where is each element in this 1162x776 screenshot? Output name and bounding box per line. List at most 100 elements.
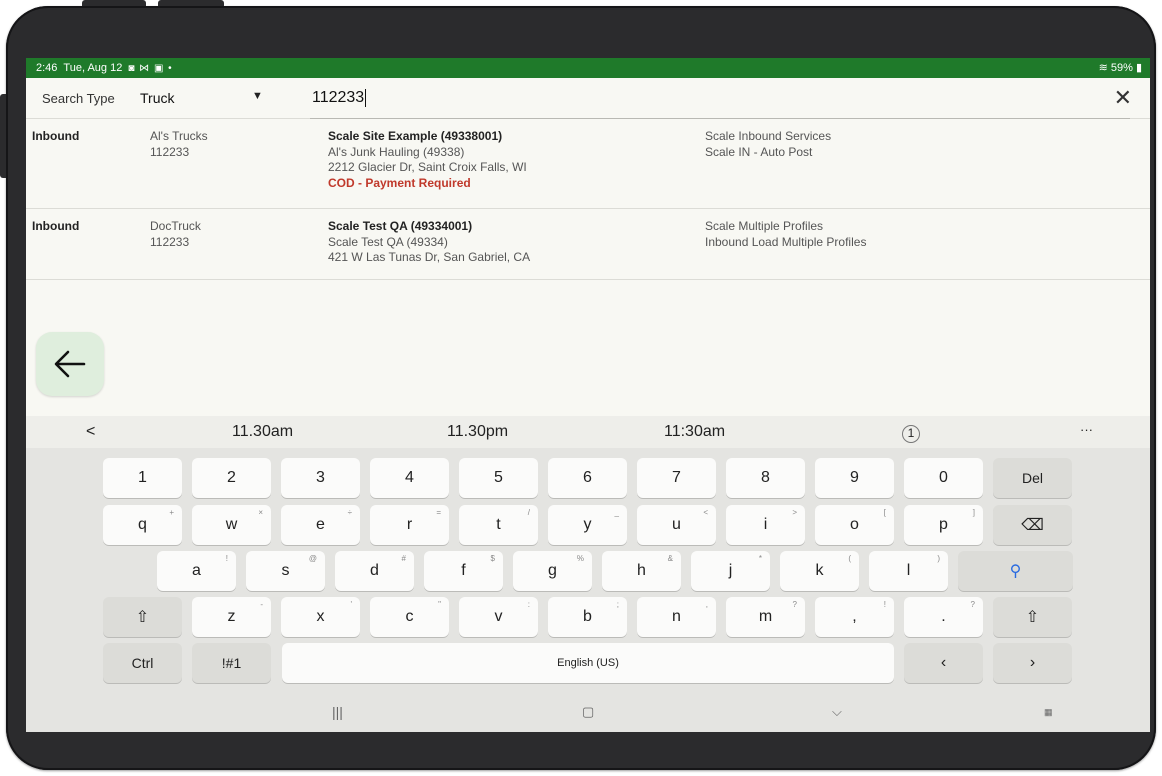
key[interactable]: t / bbox=[459, 505, 538, 545]
key[interactable]: 9 bbox=[815, 458, 894, 498]
recent-apps-icon[interactable]: ||| bbox=[332, 704, 343, 720]
close-icon[interactable]: ✕ bbox=[1114, 85, 1132, 111]
ctrl-key[interactable]: Ctrl bbox=[103, 643, 182, 683]
key[interactable]: x ' bbox=[281, 597, 360, 637]
key[interactable]: f $ bbox=[424, 551, 503, 591]
key[interactable]: 4 bbox=[370, 458, 449, 498]
key[interactable]: q + bbox=[103, 505, 182, 545]
key-secondary-label: & bbox=[667, 554, 673, 563]
key-label: d bbox=[370, 562, 379, 579]
more-icon[interactable]: ··· bbox=[1080, 422, 1093, 437]
home-icon[interactable]: ▢ bbox=[582, 704, 594, 720]
key[interactable]: 6 bbox=[548, 458, 627, 498]
backspace-key[interactable]: ⌫ bbox=[993, 505, 1072, 545]
clipboard-icon[interactable]: 1 bbox=[902, 425, 920, 443]
search-key[interactable]: ⚲ bbox=[958, 551, 1073, 591]
company-name: Scale Test QA (49334) bbox=[328, 234, 448, 249]
key[interactable]: w × bbox=[192, 505, 271, 545]
chevron-left-icon[interactable]: < bbox=[86, 423, 95, 441]
shift-key[interactable]: ⇧ bbox=[993, 597, 1072, 637]
key[interactable]: p] bbox=[904, 505, 983, 545]
key[interactable]: g% bbox=[513, 551, 592, 591]
key-label: 9 bbox=[850, 469, 859, 486]
dropdown-caret-icon[interactable]: ▼ bbox=[252, 90, 263, 102]
result-row[interactable]: Inbound DocTruck 112233 Scale Test QA (4… bbox=[26, 209, 1150, 280]
result-row[interactable]: Inbound Al's Trucks 112233 Scale Site Ex… bbox=[26, 119, 1150, 209]
cursor-left-key[interactable]: ‹ bbox=[904, 643, 983, 683]
key[interactable]: a! bbox=[157, 551, 236, 591]
truck-id: 112233 bbox=[150, 144, 190, 159]
search-input[interactable]: 112233 bbox=[312, 88, 367, 107]
chevron-right-icon: › bbox=[1029, 654, 1036, 671]
shift-key[interactable]: ⇧ bbox=[103, 597, 182, 637]
key[interactable]: u < bbox=[637, 505, 716, 545]
search-bar: Search Type Truck ▼ 112233 ✕ bbox=[26, 78, 1150, 119]
keyboard: 1 2 3 4 5 6 7 8 9 0 Del q + w × e ÷ r = t / y _ u < i > o[p] ⌫ a! s @ d #… bbox=[26, 448, 1150, 694]
search-type-select[interactable]: Truck bbox=[140, 90, 174, 106]
key-secondary-label: [ bbox=[883, 508, 886, 517]
key-secondary-label: # bbox=[401, 554, 406, 563]
cursor-right-key[interactable]: › bbox=[993, 643, 1072, 683]
key[interactable]: ,! bbox=[815, 597, 894, 637]
key-secondary-label: ! bbox=[883, 600, 886, 609]
site-name: Scale Site Example (49338001) bbox=[328, 129, 503, 143]
keyboard-hide-icon[interactable]: ▦ bbox=[1044, 707, 1053, 718]
key[interactable]: e ÷ bbox=[281, 505, 360, 545]
space-key[interactable]: English (US) bbox=[282, 643, 894, 683]
site-address: 421 W Las Tunas Dr, San Gabriel, CA bbox=[328, 250, 531, 264]
chevron-left-icon: ‹ bbox=[940, 654, 947, 671]
back-nav-icon[interactable]: ⌵ bbox=[832, 704, 842, 720]
back-button[interactable] bbox=[36, 332, 104, 396]
symbols-key[interactable]: !#1 bbox=[192, 643, 271, 683]
key[interactable]: n, bbox=[637, 597, 716, 637]
key-secondary-label: + bbox=[169, 508, 174, 517]
key-secondary-label: % bbox=[576, 554, 584, 563]
key[interactable]: r = bbox=[370, 505, 449, 545]
key[interactable]: 7 bbox=[637, 458, 716, 498]
suggestion-3[interactable]: 11:30am bbox=[664, 423, 725, 441]
key[interactable]: 3 bbox=[281, 458, 360, 498]
key[interactable]: 8 bbox=[726, 458, 805, 498]
key-label: t bbox=[496, 516, 501, 533]
key-label: 7 bbox=[672, 469, 681, 486]
key[interactable]: j * bbox=[691, 551, 770, 591]
key[interactable]: z- bbox=[192, 597, 271, 637]
key[interactable]: c " bbox=[370, 597, 449, 637]
key[interactable]: 0 bbox=[904, 458, 983, 498]
suggestion-2[interactable]: 11.30pm bbox=[447, 423, 508, 441]
key[interactable]: 5 bbox=[459, 458, 538, 498]
notification-icons: ◙ ⋈ ▣ • bbox=[128, 62, 173, 74]
key[interactable]: 2 bbox=[192, 458, 271, 498]
key[interactable]: d # bbox=[335, 551, 414, 591]
key-label: j bbox=[728, 562, 733, 579]
key[interactable]: 1 bbox=[103, 458, 182, 498]
key-secondary-label: ÷ bbox=[347, 508, 352, 517]
key[interactable]: k( bbox=[780, 551, 859, 591]
key-label: o bbox=[850, 516, 859, 533]
key[interactable]: l) bbox=[869, 551, 948, 591]
key[interactable]: .? bbox=[904, 597, 983, 637]
search-query: 112233 bbox=[312, 89, 365, 107]
result-services: Scale Multiple Profiles Inbound Load Mul… bbox=[705, 219, 866, 250]
key-secondary-label: _ bbox=[614, 508, 619, 517]
shift-icon: ⇧ bbox=[135, 609, 150, 626]
status-bar: 2:46 Tue, Aug 12 ◙ ⋈ ▣ • ≋ 59% ▮ bbox=[26, 58, 1150, 78]
status-time: 2:46 bbox=[36, 62, 58, 74]
delete-key[interactable]: Del bbox=[993, 458, 1072, 498]
suggestion-1[interactable]: 11.30am bbox=[232, 423, 293, 441]
key[interactable]: v: bbox=[459, 597, 538, 637]
key-label: x bbox=[316, 608, 325, 625]
key[interactable]: h & bbox=[602, 551, 681, 591]
shift-icon: ⇧ bbox=[1025, 609, 1040, 626]
key-label: 4 bbox=[405, 469, 414, 486]
key-secondary-label: ! bbox=[225, 554, 228, 563]
key-label: , bbox=[852, 608, 857, 625]
key[interactable]: i > bbox=[726, 505, 805, 545]
key[interactable]: y _ bbox=[548, 505, 627, 545]
key[interactable]: b; bbox=[548, 597, 627, 637]
search-type-label: Search Type bbox=[42, 90, 115, 106]
key[interactable]: m? bbox=[726, 597, 805, 637]
key[interactable]: s @ bbox=[246, 551, 325, 591]
key[interactable]: o[ bbox=[815, 505, 894, 545]
payment-alert: COD - Payment Required bbox=[328, 175, 471, 190]
